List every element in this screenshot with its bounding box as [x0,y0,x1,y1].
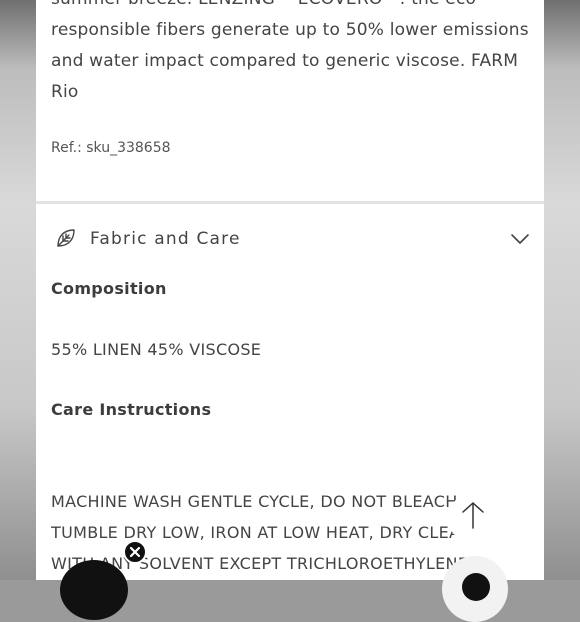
description-line: Rio [51,82,79,102]
promo-badge[interactable] [60,560,128,620]
scroll-to-top-button[interactable] [448,493,498,543]
product-ref: Ref.: sku_338658 [51,140,171,156]
leaf-icon [54,226,78,250]
chevron-down-icon[interactable] [510,231,530,245]
composition-value: 55% LINEN 45% VISCOSE [51,340,262,359]
section-divider [36,201,544,204]
backdrop-left [0,0,36,580]
care-instructions-heading: Care Instructions [51,400,212,419]
description-line: summer breeze. LENZING™ ECOVERO™: the ec… [51,0,532,15]
product-description: summer breeze. LENZING™ ECOVERO™: the ec… [51,0,532,108]
close-icon[interactable] [123,540,147,564]
description-line: responsible fibers generate up to 50% lo… [51,20,529,40]
composition-heading: Composition [51,279,167,298]
arrow-up-icon [462,502,484,529]
section-title: Fabric and Care [90,229,241,249]
chat-icon [462,573,490,601]
chat-button[interactable] [442,556,508,622]
fabric-care-accordion-header[interactable]: Fabric and Care [36,222,544,258]
description-line: and water impact compared to generic vis… [51,51,519,71]
